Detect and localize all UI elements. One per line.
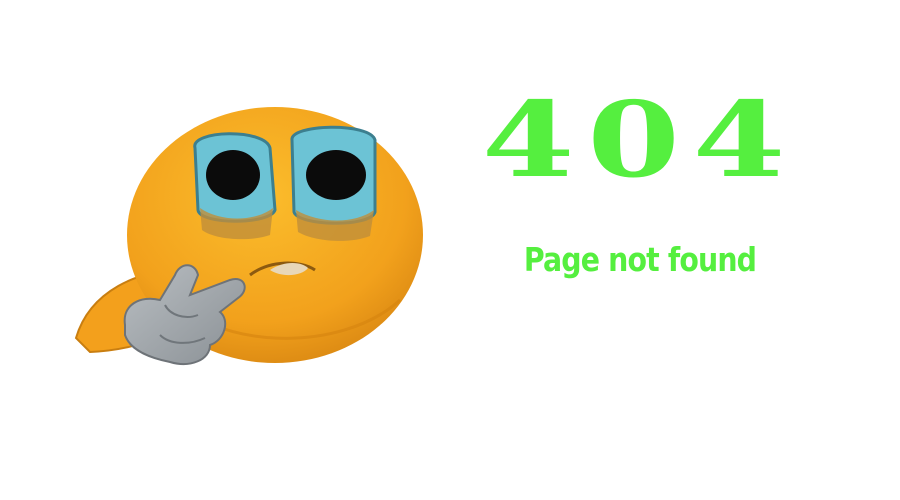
- error-message: Page not found: [523, 240, 757, 279]
- confused-emoji-icon: [70, 100, 450, 380]
- error-page: 404 Page not found: [0, 0, 900, 500]
- error-code: 404: [481, 78, 799, 201]
